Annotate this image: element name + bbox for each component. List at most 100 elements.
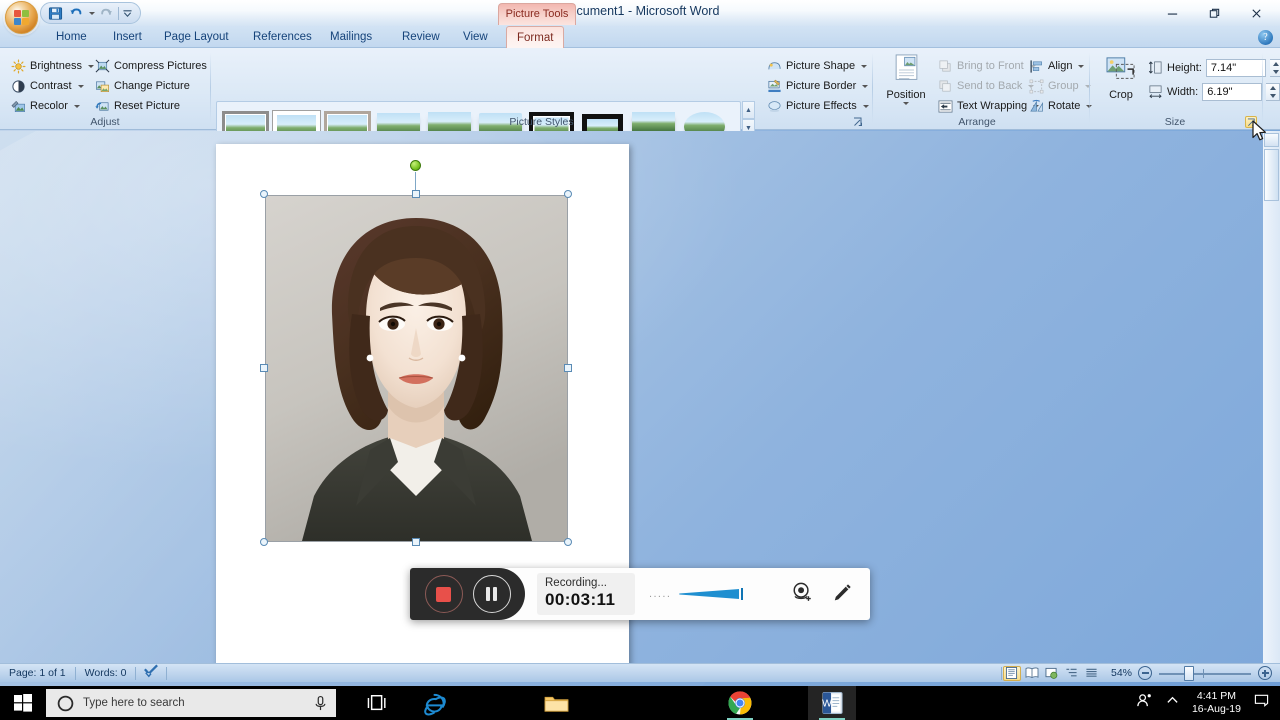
align-button[interactable]: Align — [1026, 56, 1095, 76]
resize-handle-middle-left[interactable] — [260, 364, 268, 372]
portrait-photo[interactable] — [265, 195, 568, 542]
zoom-percentage[interactable]: 54% — [1102, 664, 1138, 683]
search-input[interactable]: Type here to search — [46, 689, 336, 717]
contrast-chevron-down-icon[interactable] — [77, 84, 84, 88]
scroll-up-button[interactable] — [1264, 133, 1279, 147]
recolor-button[interactable]: Recolor — [8, 96, 97, 116]
position-chevron-down-icon[interactable] — [903, 102, 909, 105]
resize-handle-top-left[interactable] — [260, 190, 268, 198]
picture-shape-button[interactable]: Picture Shape — [764, 56, 872, 76]
width-field-row: Width: 6.19" — [1148, 82, 1280, 101]
pencil-icon[interactable] — [830, 581, 856, 607]
window-controls — [1152, 0, 1276, 26]
view-draft[interactable] — [1083, 666, 1101, 681]
picture-border-label: Picture Border — [786, 80, 857, 92]
restore-button[interactable] — [1194, 1, 1234, 25]
pause-recording-button[interactable] — [472, 575, 511, 613]
reset-picture-button[interactable]: Reset Picture — [92, 96, 210, 116]
tab-insert[interactable]: Insert — [103, 26, 152, 48]
google-chrome-button[interactable] — [716, 686, 764, 720]
zoom-in-button[interactable] — [1258, 666, 1272, 680]
view-outline[interactable] — [1063, 666, 1081, 681]
text-wrapping-icon — [938, 99, 953, 114]
audio-level-meter[interactable]: ..... — [635, 588, 790, 600]
contrast-button[interactable]: Contrast — [8, 76, 97, 96]
tab-review[interactable]: Review — [392, 26, 450, 48]
tab-home[interactable]: Home — [46, 26, 97, 48]
undo-dropdown-icon[interactable] — [86, 4, 95, 22]
height-stepper[interactable] — [1269, 58, 1280, 77]
crop-button[interactable]: Crop — [1098, 56, 1144, 101]
selected-picture[interactable] — [260, 160, 572, 546]
office-button[interactable] — [5, 1, 38, 34]
position-button[interactable]: Position — [881, 54, 931, 105]
zoom-out-button[interactable] — [1138, 666, 1152, 680]
tab-mailings[interactable]: Mailings — [320, 26, 382, 48]
redo-button[interactable] — [96, 4, 115, 22]
rotate-button[interactable]: Rotate — [1026, 96, 1095, 116]
bring-to-front-icon — [938, 59, 953, 74]
proofing-status-icon[interactable] — [136, 664, 166, 683]
ribbon: Brightness Contrast Recolor Compress Pic… — [0, 48, 1280, 156]
resize-handle-top-center[interactable] — [412, 190, 420, 198]
taskbar-clock[interactable]: 4:41 PM 16-Aug-19 — [1192, 690, 1241, 716]
file-explorer-button[interactable] — [532, 686, 580, 720]
customize-qat-icon[interactable] — [122, 4, 133, 22]
start-button[interactable] — [0, 686, 46, 720]
resize-handle-bottom-left[interactable] — [260, 538, 268, 546]
picture-effects-chevron-down-icon[interactable] — [862, 104, 869, 108]
resize-handle-middle-right[interactable] — [564, 364, 572, 372]
view-full-screen-reading[interactable] — [1023, 666, 1041, 681]
tab-format[interactable]: Format — [506, 26, 565, 48]
minimize-button[interactable] — [1152, 1, 1192, 25]
group-button[interactable]: Group — [1026, 76, 1095, 96]
zoom-thumb[interactable] — [1184, 665, 1194, 681]
save-button[interactable] — [46, 4, 65, 22]
undo-button[interactable] — [66, 4, 85, 22]
tab-view[interactable]: View — [453, 26, 498, 48]
show-hidden-icons-chevron-up-icon[interactable] — [1166, 694, 1179, 712]
brightness-button[interactable]: Brightness — [8, 56, 97, 76]
picture-border-icon — [767, 79, 782, 94]
microphone-icon[interactable] — [313, 695, 328, 712]
view-web-layout[interactable] — [1043, 666, 1061, 681]
help-icon[interactable]: ? — [1258, 30, 1273, 45]
picture-border-chevron-down-icon[interactable] — [862, 84, 869, 88]
webcam-icon[interactable] — [790, 581, 816, 607]
recording-status: Recording... 00:03:11 — [537, 573, 635, 615]
scrollbar-thumb[interactable] — [1264, 149, 1279, 201]
recorder-controls — [410, 568, 525, 620]
view-print-layout[interactable] — [1002, 665, 1021, 681]
change-picture-button[interactable]: Change Picture — [92, 76, 210, 96]
word-count[interactable]: Words: 0 — [76, 664, 136, 683]
recolor-chevron-down-icon[interactable] — [73, 104, 80, 108]
system-tray: 4:41 PM 16-Aug-19 — [1136, 690, 1280, 716]
internet-explorer-button[interactable] — [410, 686, 458, 720]
height-input[interactable]: 7.14" — [1205, 58, 1266, 77]
vertical-scrollbar[interactable] — [1263, 131, 1280, 663]
rotation-handle[interactable] — [410, 160, 421, 171]
microsoft-word-button[interactable]: W — [808, 686, 856, 720]
resize-handle-top-right[interactable] — [564, 190, 572, 198]
tab-page-layout[interactable]: Page Layout — [154, 26, 239, 48]
picture-shape-icon — [767, 59, 782, 74]
task-view-button[interactable] — [354, 686, 402, 720]
status-bar: Page: 1 of 1 Words: 0 54% — [0, 663, 1280, 682]
align-chevron-down-icon[interactable] — [1078, 64, 1085, 68]
resize-handle-bottom-right[interactable] — [564, 538, 572, 546]
width-input[interactable]: 6.19" — [1202, 82, 1263, 101]
people-icon[interactable] — [1136, 692, 1153, 714]
width-stepper[interactable] — [1266, 82, 1280, 101]
tab-references[interactable]: References — [243, 26, 322, 48]
picture-effects-button[interactable]: Picture Effects — [764, 96, 872, 116]
action-center-icon[interactable] — [1254, 693, 1269, 713]
stop-recording-button[interactable] — [424, 575, 463, 613]
compress-pictures-button[interactable]: Compress Pictures — [92, 56, 210, 76]
picture-border-button[interactable]: Picture Border — [764, 76, 872, 96]
zoom-slider[interactable] — [1159, 665, 1251, 681]
close-button[interactable] — [1236, 1, 1276, 25]
picture-shape-chevron-down-icon[interactable] — [861, 64, 868, 68]
resize-handle-bottom-center[interactable] — [412, 538, 420, 546]
screen-recorder-toolbar[interactable]: Recording... 00:03:11 ..... — [410, 568, 870, 620]
page-indicator[interactable]: Page: 1 of 1 — [0, 664, 75, 683]
